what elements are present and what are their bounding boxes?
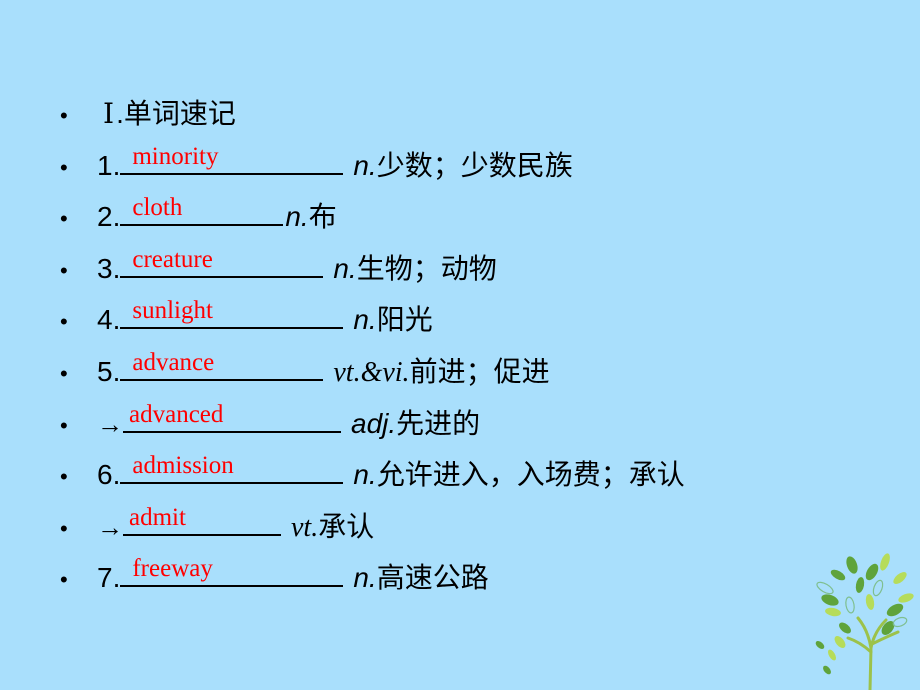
meaning: 高速公路 [376, 562, 489, 594]
part-of-speech: n. [353, 562, 377, 594]
answer-blank: creature [120, 244, 324, 278]
vocabulary-list: • Ⅰ .单词速记 • 1. minority n. 少数；少数民族 • 2. … [60, 88, 685, 604]
part-of-speech: vt. [291, 511, 319, 543]
bullet: • [60, 515, 68, 541]
answer-blank: advance [120, 347, 324, 381]
item-number: 5. [97, 355, 121, 387]
item-number: 6. [97, 459, 121, 491]
meaning: 先进的 [396, 407, 481, 439]
part-of-speech: n. [333, 252, 357, 284]
bullet: • [60, 206, 68, 232]
list-item: • → admit vt. 承认 [60, 501, 685, 553]
bullet: • [60, 257, 68, 283]
meaning: 承认 [318, 510, 375, 542]
item-number: 4. [97, 304, 121, 336]
meaning: 布 [308, 201, 337, 233]
item-number: 2. [97, 201, 121, 233]
part-of-speech: n. [353, 304, 377, 336]
answer-blank: freeway [120, 553, 344, 588]
bullet: • [60, 412, 68, 438]
roman-numeral: Ⅰ [103, 99, 115, 130]
meaning: 生物；动物 [356, 252, 497, 284]
arrow-icon: → [97, 512, 123, 542]
bullet: • [60, 103, 68, 128]
answer-text: cloth [132, 194, 183, 222]
meaning: 前进；促进 [409, 355, 550, 387]
slide: • Ⅰ .单词速记 • 1. minority n. 少数；少数民族 • 2. … [0, 0, 920, 690]
answer-text: sunlight [132, 297, 213, 325]
answer-text: admission [132, 452, 234, 480]
item-number: 3. [97, 252, 121, 284]
answer-blank: sunlight [120, 295, 344, 330]
answer-text: freeway [132, 555, 213, 583]
bullet: • [60, 309, 68, 335]
answer-blank: admit [123, 502, 281, 536]
tree-icon [815, 553, 914, 690]
answer-blank: cloth [120, 192, 284, 227]
answer-text: minority [132, 142, 219, 170]
list-item: • 2. cloth n. 布 [60, 191, 685, 243]
bullet: • [60, 464, 68, 490]
bullet: • [60, 567, 68, 593]
section-heading: • Ⅰ .单词速记 [60, 88, 685, 140]
list-item: • 5. advance vt.&vi. 前进；促进 [60, 346, 685, 398]
item-number: 7. [97, 562, 121, 594]
list-item: • 3. creature n. 生物；动物 [60, 243, 685, 295]
list-item: • 4. sunlight n. 阳光 [60, 294, 685, 346]
heading-title: .单词速记 [116, 98, 236, 129]
list-item: • 1. minority n. 少数；少数民族 [60, 140, 685, 192]
answer-text: advanced [129, 400, 224, 428]
meaning: 允许进入，入场费；承认 [376, 459, 685, 491]
meaning: 少数；少数民族 [376, 149, 573, 181]
bullet: • [60, 154, 68, 180]
part-of-speech: adj. [351, 407, 397, 439]
arrow-icon: → [97, 409, 123, 439]
answer-blank: advanced [123, 399, 341, 433]
answer-text: creature [132, 245, 213, 273]
answer-text: advance [132, 348, 215, 376]
answer-blank: minority [120, 141, 344, 175]
item-number: 1. [97, 149, 121, 181]
part-of-speech: n. [285, 201, 309, 233]
part-of-speech: vt.&vi. [333, 356, 410, 388]
meaning: 阳光 [376, 304, 433, 336]
answer-text: admit [129, 503, 186, 531]
part-of-speech: n. [353, 459, 377, 491]
answer-blank: admission [120, 450, 344, 485]
list-item: • 6. admission n. 允许进入，入场费；承认 [60, 449, 685, 501]
list-item: • 7. freeway n. 高速公路 [60, 552, 685, 604]
part-of-speech: n. [353, 149, 377, 181]
list-item: • → advanced adj. 先进的 [60, 398, 685, 450]
bullet: • [60, 360, 68, 386]
